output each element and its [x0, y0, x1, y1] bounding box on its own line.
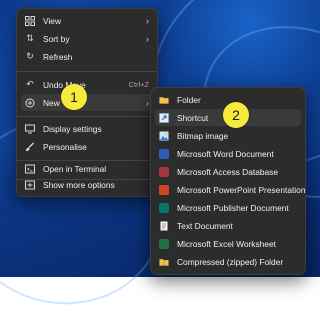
submenu-item-compressed-folder[interactable]: Compressed (zipped) Folder	[155, 253, 301, 270]
menu-separator	[17, 71, 157, 72]
refresh-icon: ↻	[26, 51, 34, 61]
menu-item-label: Microsoft Access Database	[177, 166, 279, 177]
menu-item-label: View	[43, 15, 62, 26]
callout-marker-1: 1	[61, 84, 87, 110]
menu-item-label: Microsoft Publisher Document	[177, 202, 289, 213]
menu-item-label: Sort by	[43, 33, 70, 44]
submenu-item-publisher-document[interactable]: Microsoft Publisher Document	[155, 199, 301, 216]
menu-item-label: Microsoft Word Document	[177, 148, 274, 159]
menu-item-label: Microsoft PowerPoint Presentation	[177, 184, 306, 195]
submenu-item-excel-worksheet[interactable]: Microsoft Excel Worksheet	[155, 235, 301, 252]
powerpoint-icon	[159, 184, 169, 195]
menu-item-view[interactable]: View ›	[21, 12, 153, 29]
publisher-icon	[159, 202, 169, 213]
bitmap-icon	[159, 131, 169, 141]
callout-marker-2: 2	[223, 102, 249, 128]
display-icon	[25, 124, 35, 134]
submenu-item-word-document[interactable]: Microsoft Word Document	[155, 145, 301, 162]
menu-item-label: Personalise	[43, 141, 87, 152]
menu-separator	[17, 116, 157, 117]
menu-item-label: Open in Terminal	[43, 163, 107, 174]
menu-item-undo-move[interactable]: ↶ Undo Move Ctrl+Z	[21, 76, 153, 93]
access-icon	[159, 166, 169, 177]
terminal-icon	[25, 164, 35, 174]
menu-item-label: Refresh	[43, 51, 73, 62]
menu-item-label: Undo Move	[43, 79, 86, 90]
menu-item-label: Show more options	[43, 179, 115, 190]
submenu-item-bitmap-image[interactable]: Bitmap image	[155, 127, 301, 144]
menu-item-label: Bitmap image	[177, 130, 229, 141]
menu-item-refresh[interactable]: ↻ Refresh	[21, 48, 153, 65]
menu-item-sort-by[interactable]: ⇅ Sort by ›	[21, 30, 153, 47]
submenu-item-access-database[interactable]: Microsoft Access Database	[155, 163, 301, 180]
menu-item-new[interactable]: New ›	[21, 94, 153, 111]
menu-item-personalise[interactable]: Personalise	[21, 138, 153, 155]
submenu-item-text-document[interactable]: Text Document	[155, 217, 301, 234]
submenu-item-powerpoint-presentation[interactable]: Microsoft PowerPoint Presentation	[155, 181, 305, 198]
menu-item-label: Display settings	[43, 123, 102, 134]
menu-item-label: Compressed (zipped) Folder	[177, 256, 284, 267]
menu-item-label: New	[43, 97, 60, 108]
zip-folder-icon	[159, 257, 169, 267]
shortcut-icon	[159, 112, 169, 123]
folder-icon	[159, 95, 169, 105]
grid-icon	[25, 15, 35, 26]
undo-icon: ↶	[26, 79, 34, 89]
chevron-right-icon: ›	[146, 15, 149, 26]
menu-item-open-in-terminal[interactable]: Open in Terminal	[21, 160, 153, 177]
word-icon	[159, 148, 169, 159]
excel-icon	[159, 238, 169, 249]
more-options-icon	[25, 180, 35, 190]
new-icon	[25, 98, 35, 108]
text-doc-icon	[159, 221, 169, 231]
menu-item-show-more-options[interactable]: Show more options	[21, 176, 153, 193]
sort-icon: ⇅	[26, 33, 34, 43]
shortcut-text: Ctrl+Z	[128, 80, 149, 89]
menu-item-label: Text Document	[177, 220, 233, 231]
desktop-context-menu: View › ⇅ Sort by › ↻ Refresh ↶ Undo Move…	[16, 8, 158, 197]
brush-icon	[25, 142, 35, 152]
menu-item-label: Microsoft Excel Worksheet	[177, 238, 276, 249]
chevron-right-icon: ›	[146, 33, 149, 44]
menu-item-display-settings[interactable]: Display settings	[21, 120, 153, 137]
chevron-right-icon: ›	[146, 97, 149, 108]
